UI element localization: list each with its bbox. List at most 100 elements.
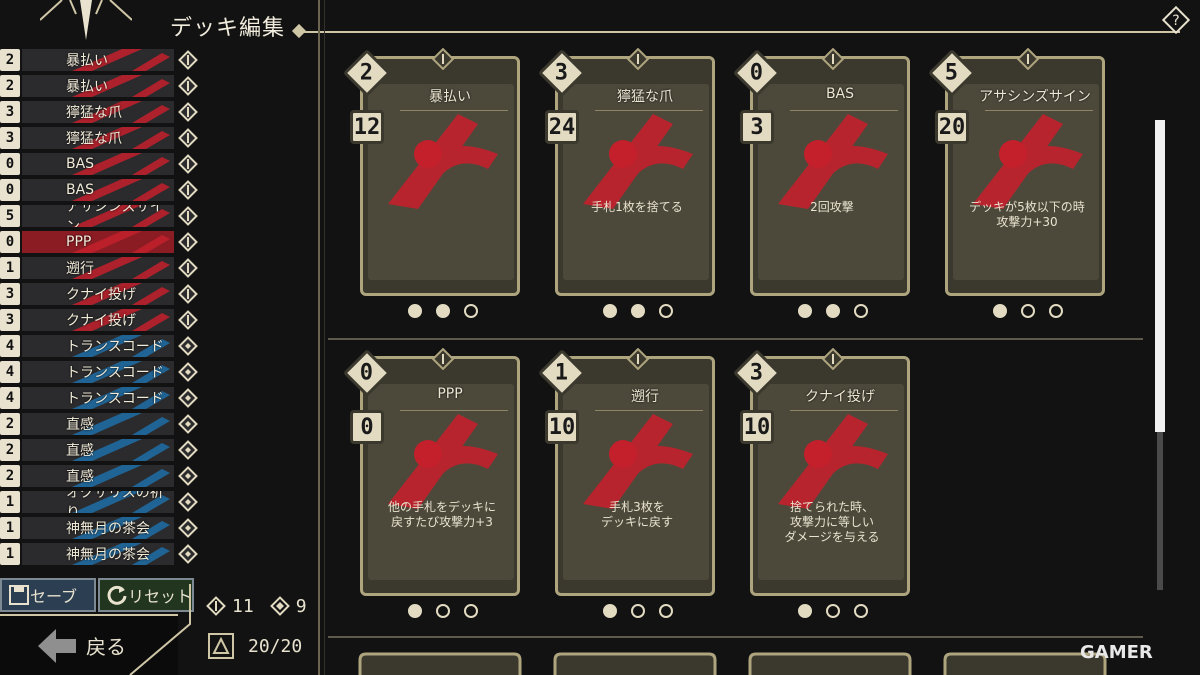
red-type-icon: [178, 76, 198, 96]
deck-item-name: 獰猛な爪: [66, 131, 122, 147]
deck-item-namebar: 直感: [22, 413, 174, 435]
deck-item-namebar: クナイ投げ: [22, 309, 174, 331]
question-diamond-icon[interactable]: ?: [1162, 6, 1190, 34]
card-description: 手札3枚を デッキに戻す: [600, 500, 673, 529]
copy-indicator-dot: [798, 304, 812, 318]
copy-indicator-dot: [603, 604, 617, 618]
card-name: アサシンズサイン: [979, 89, 1091, 105]
deck-list-item[interactable]: 2 暴払い: [0, 48, 204, 72]
card-art: [778, 114, 888, 209]
deck-item-cost: 3: [0, 127, 20, 149]
card[interactable]: PPP 0 0 他の手札をデッキに 戻すたび攻撃力+3: [342, 348, 520, 618]
deck-item-name: 神無月の茶会: [66, 547, 150, 563]
card-description: デッキが5枚以下の時 攻撃力+30: [969, 200, 1085, 229]
deck-item-cost: 0: [0, 231, 20, 253]
blue-type-icon: [269, 596, 290, 616]
deck-list-item[interactable]: 1 オクサリスの祈り: [0, 490, 204, 514]
floppy-disk-icon: [9, 585, 29, 605]
deck-list-item[interactable]: 4 トランスコード: [0, 334, 204, 358]
deck-item-namebar: トランスコード: [22, 387, 174, 409]
deck-list-item[interactable]: 4 トランスコード: [0, 386, 204, 410]
blue-type-icon: [178, 388, 198, 408]
deck-list-item[interactable]: 0 BAS: [0, 178, 204, 202]
card[interactable]: 獰猛な爪 3 24 手札1枚を捨てる: [537, 48, 715, 318]
deck-list-item[interactable]: 5 アサシンズサイン: [0, 204, 204, 228]
deck-list-item[interactable]: 1 神無月の茶会: [0, 516, 204, 540]
deck-list-item[interactable]: 0 BAS: [0, 152, 204, 176]
deck-list-item[interactable]: 2 直感: [0, 412, 204, 436]
card[interactable]: アサシンズサイン 5 20 デッキが5枚以下の時 攻撃力+30: [927, 48, 1105, 318]
copy-indicator-dot: [854, 304, 868, 318]
red-type-icon: [178, 154, 198, 174]
deck-item-cost: 1: [0, 543, 20, 565]
card-attack: 20: [938, 114, 966, 140]
copy-indicators: [603, 304, 683, 320]
card[interactable]: 暴払い 2 12: [342, 48, 520, 318]
card-top-gem-icon: [822, 48, 844, 70]
deck-item-name: 獰猛な爪: [66, 105, 122, 121]
deck-item-cost: 0: [0, 153, 20, 175]
card-name-underline: [790, 410, 898, 411]
deck-list-item[interactable]: 3 獰猛な爪: [0, 126, 204, 150]
card-art: [583, 114, 693, 209]
card[interactable]: BAS 0 3 2回攻撃: [732, 48, 910, 318]
deck-list-item[interactable]: 1 神無月の茶会: [0, 542, 204, 566]
deck-item-namebar: 獰猛な爪: [22, 101, 174, 123]
deck-item-name: 暴払い: [66, 53, 108, 69]
deck-item-name: 遡行: [66, 261, 94, 277]
card-art: [583, 414, 693, 509]
card-attack-badge: 10: [545, 410, 579, 444]
save-button[interactable]: セーブ: [0, 578, 96, 612]
blue-type-icon: [178, 544, 198, 564]
card-attack-badge: 12: [350, 110, 384, 144]
deck-list-item[interactable]: 3 獰猛な爪: [0, 100, 204, 124]
deck-list-item[interactable]: 0 PPP: [0, 230, 204, 254]
deck-item-namebar: 直感: [22, 439, 174, 461]
card-name: BAS: [825, 86, 855, 102]
red-type-icon: [178, 206, 198, 226]
deck-list-item[interactable]: 2 暴払い: [0, 74, 204, 98]
deck-item-namebar: 直感: [22, 465, 174, 487]
card-name-underline: [400, 410, 508, 411]
deck-item-namebar: BAS: [22, 153, 174, 175]
copy-indicator-dot: [826, 604, 840, 618]
header-underline: [300, 31, 1180, 33]
blue-type-icon: [178, 492, 198, 512]
deck-item-name: 直感: [66, 417, 94, 433]
deck-item-namebar: アサシンズサイン: [22, 205, 174, 227]
card-attack: 10: [743, 414, 771, 440]
card-cost: 3: [555, 60, 569, 86]
deck-item-name: クナイ投げ: [66, 313, 136, 329]
deck-item-cost: 2: [0, 439, 20, 461]
panel-divider-shadow: [324, 0, 325, 675]
card[interactable]: クナイ投げ 3 10 捨てられた時、 攻撃力に等しい ダメージを与える: [732, 348, 910, 618]
deck-stack-icon: [208, 633, 234, 659]
deck-list: 2 暴払い 2 暴払い 3 獰猛な爪 3 獰猛な爪 0 BAS 0 BAS 5 アサシンズサイン 0 PPP 1…: [0, 48, 204, 568]
copy-indicator-dot: [1021, 304, 1035, 318]
card-top-gem-icon: [432, 348, 454, 370]
copy-indicator-dot: [854, 604, 868, 618]
scrollbar-thumb[interactable]: [1155, 120, 1165, 432]
deck-list-item[interactable]: 1 遡行: [0, 256, 204, 280]
deck-list-item[interactable]: 3 クナイ投げ: [0, 282, 204, 306]
blue-type-icon: [178, 362, 198, 382]
deck-item-name: アサシンズサイン: [66, 205, 164, 227]
deck-item-namebar: 獰猛な爪: [22, 127, 174, 149]
deck-list-item[interactable]: 4 トランスコード: [0, 360, 204, 384]
deck-list-item[interactable]: 3 クナイ投げ: [0, 308, 204, 332]
card-description: 他の手札をデッキに 戻すたび攻撃力+3: [387, 500, 496, 529]
copy-indicators: [408, 604, 488, 620]
copy-indicator-dot: [659, 604, 673, 618]
deck-item-namebar: オクサリスの祈り: [22, 491, 174, 513]
deck-list-item[interactable]: 2 直感: [0, 464, 204, 488]
copy-indicators: [603, 604, 683, 620]
deck-item-namebar: トランスコード: [22, 335, 174, 357]
card[interactable]: 遡行 1 10 手札3枚を デッキに戻す: [537, 348, 715, 618]
red-type-icon: [178, 128, 198, 148]
deck-item-name: 直感: [66, 443, 94, 459]
deck-item-cost: 0: [0, 179, 20, 201]
deck-item-name: クナイ投げ: [66, 287, 136, 303]
deck-list-item[interactable]: 2 直感: [0, 438, 204, 462]
copy-indicator-dot: [408, 604, 422, 618]
copy-indicators: [798, 304, 878, 320]
